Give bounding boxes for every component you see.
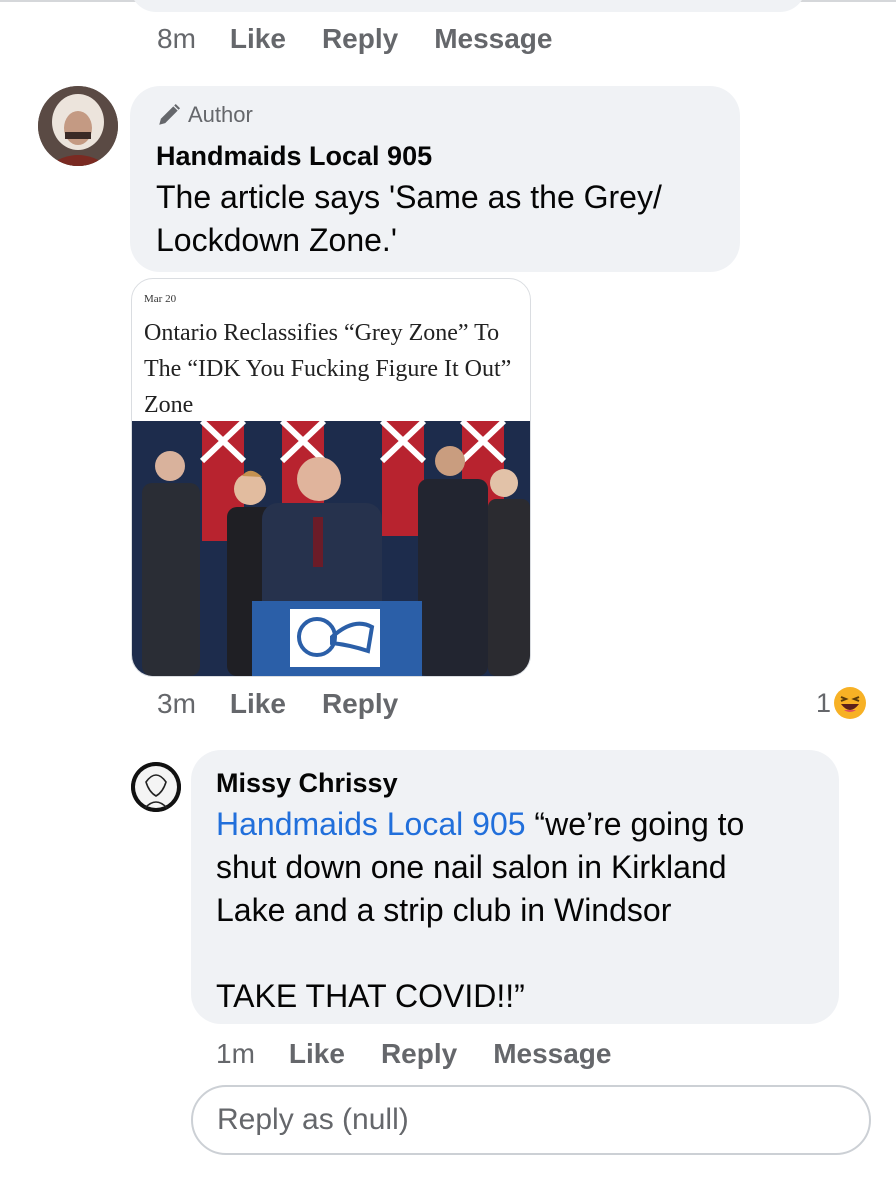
laughing-emoji-icon	[834, 687, 867, 719]
reply-button[interactable]: Reply	[322, 688, 398, 720]
previous-comment-actions: 8m Like Reply Message	[157, 23, 588, 55]
comment-text-fragment: “we’re going to	[525, 806, 745, 842]
avatar-image	[38, 86, 118, 166]
message-button[interactable]: Message	[434, 23, 552, 55]
author-badge: Author	[156, 102, 253, 128]
comment-actions-handmaids: 3m Like Reply	[157, 688, 434, 720]
avatar-missy-chrissy[interactable]	[131, 762, 181, 812]
like-button[interactable]: Like	[289, 1038, 345, 1070]
message-button[interactable]: Message	[493, 1038, 611, 1070]
like-button[interactable]: Like	[230, 688, 286, 720]
avatar-handmaids[interactable]	[38, 86, 118, 166]
commenter-name[interactable]: Handmaids Local 905	[156, 141, 432, 172]
comment-text: The article says 'Same as the Grey/ Lock…	[156, 176, 662, 262]
article-photo	[132, 421, 530, 676]
comment-text: Handmaids Local 905 “we’re going to shut…	[216, 803, 831, 1018]
comment-text-line: The article says 'Same as the Grey/	[156, 179, 662, 215]
author-label: Author	[188, 102, 253, 127]
like-button[interactable]: Like	[230, 23, 286, 55]
commenter-name[interactable]: Missy Chrissy	[216, 768, 398, 799]
comment-actions-missy: 1m Like Reply Message	[216, 1038, 647, 1070]
comment-time: 3m	[157, 688, 196, 719]
comment-text-line: shut down one nail salon in Kirkland	[216, 849, 727, 885]
pencil-icon	[159, 103, 181, 125]
previous-comment-bubble	[130, 0, 806, 12]
reply-input[interactable]: Reply as (null)	[191, 1085, 871, 1155]
avatar-image	[131, 762, 181, 812]
article-date: Mar 20	[144, 293, 177, 305]
mention-link[interactable]: Handmaids Local 905	[216, 806, 526, 842]
reaction-summary[interactable]: 1	[816, 686, 867, 720]
reply-input-placeholder: Reply as (null)	[217, 1103, 409, 1136]
comment-text-line: Handmaids Local 905 “we’re going to	[216, 803, 831, 846]
comment-time: 8m	[157, 23, 196, 54]
article-headline: Ontario Reclassifies “Grey Zone” To The …	[144, 320, 512, 418]
comment-time: 1m	[216, 1038, 255, 1069]
comment-text-line: Lockdown Zone.'	[156, 222, 397, 258]
reaction-count: 1	[816, 687, 832, 718]
comment-text-line: Lake and a strip club in Windsor	[216, 892, 672, 928]
reply-button[interactable]: Reply	[381, 1038, 457, 1070]
reply-button[interactable]: Reply	[322, 23, 398, 55]
article-card[interactable]: Mar 20 Ontario Reclassifies “Grey Zone” …	[131, 278, 531, 677]
comment-text-line: TAKE THAT COVID!!”	[216, 978, 525, 1014]
